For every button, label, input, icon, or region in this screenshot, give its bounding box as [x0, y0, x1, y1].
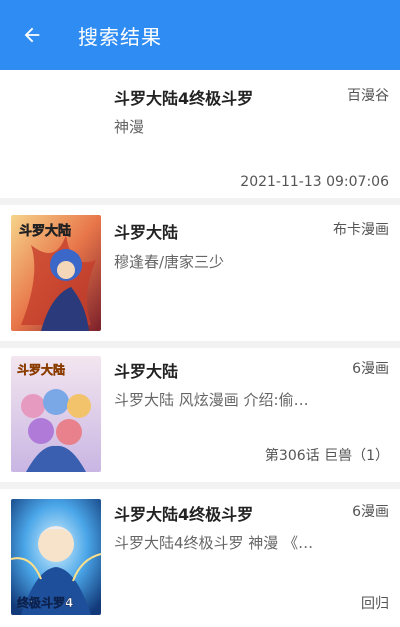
result-updated-time: 2021-11-13 09:07:06	[240, 174, 389, 190]
result-card-3[interactable]: 斗罗大陆 斗罗大陆 6漫画 斗罗大陆 风炫漫画 介绍:偷… 第306话 巨兽（1…	[0, 348, 400, 482]
svg-text:斗罗大陆: 斗罗大陆	[17, 362, 65, 377]
result-card-2[interactable]: 斗罗大陆 斗罗大陆 布卡漫画 穆逢春/唐家三少	[0, 205, 400, 341]
result-cover-image: 斗罗大陆	[11, 356, 101, 472]
result-title: 斗罗大陆4终极斗罗	[114, 89, 254, 108]
arrow-left-icon	[24, 27, 40, 43]
result-source: 6漫画	[352, 361, 389, 377]
result-latest-chapter: 第306话 巨兽（1）	[264, 448, 389, 464]
result-description: 神漫	[114, 118, 145, 136]
result-title: 斗罗大陆	[114, 223, 179, 242]
result-title: 斗罗大陆	[114, 362, 179, 381]
svg-text:斗罗大陆: 斗罗大陆	[19, 223, 71, 239]
result-title: 斗罗大陆4终极斗罗	[114, 505, 254, 524]
result-description: 斗罗大陆4终极斗罗 神漫 《…	[114, 534, 314, 552]
result-cover-image: 终极斗罗4	[11, 499, 101, 615]
result-source: 布卡漫画	[333, 222, 389, 238]
result-description: 斗罗大陆 风炫漫画 介绍:偷…	[114, 391, 309, 409]
page-title: 搜索结果	[78, 24, 162, 49]
result-latest-chapter: 回归	[361, 596, 389, 612]
back-button[interactable]	[12, 15, 52, 55]
result-description: 穆逢春/唐家三少	[114, 253, 225, 271]
result-source: 百漫谷	[347, 88, 389, 104]
result-card-1[interactable]: 斗罗大陆4终极斗罗 百漫谷 神漫 2021-11-13 09:07:06	[0, 70, 400, 198]
svg-text:终极斗罗4: 终极斗罗4	[17, 595, 73, 610]
result-card-4[interactable]: 终极斗罗4 斗罗大陆4终极斗罗 6漫画 斗罗大陆4终极斗罗 神漫 《… 回归	[0, 489, 400, 627]
result-source: 6漫画	[352, 504, 389, 520]
app-bar: 搜索结果	[0, 0, 400, 70]
result-cover-image: 斗罗大陆	[11, 215, 101, 331]
